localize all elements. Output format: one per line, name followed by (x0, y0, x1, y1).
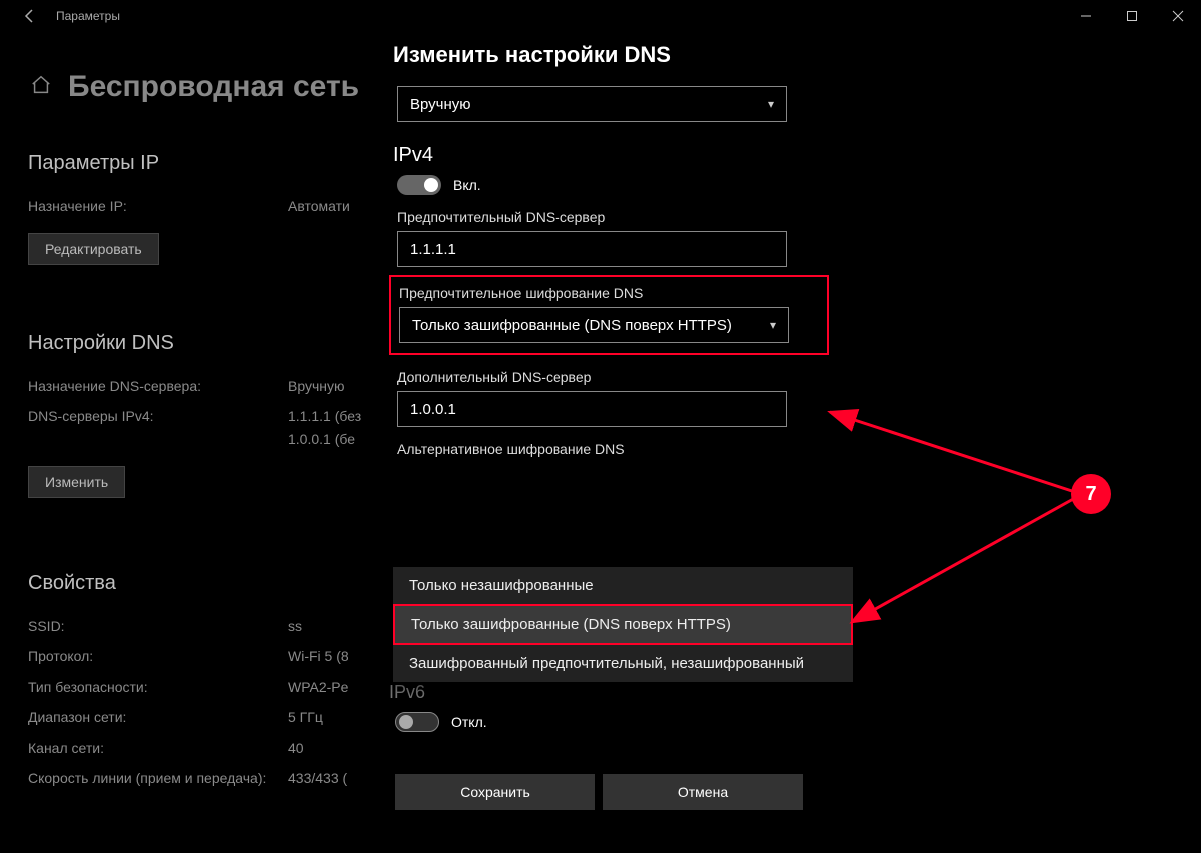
ip-edit-button[interactable]: Редактировать (28, 233, 159, 265)
prop-value: 433/433 ( (288, 767, 347, 789)
chevron-down-icon: ▾ (768, 97, 774, 111)
ipv6-heading: IPv6 (389, 682, 425, 703)
prop-label: Тип безопасности: (28, 676, 288, 698)
alt-dns-label: Дополнительный DNS-сервер (397, 369, 835, 385)
dns-section: Настройки DNS Назначение DNS-сервера: Вр… (28, 332, 361, 498)
minimize-button[interactable] (1063, 0, 1109, 32)
dns-mode-select[interactable]: Вручную ▾ (397, 86, 787, 122)
pref-enc-select[interactable]: Только зашифрованные (DNS поверх HTTPS) … (399, 307, 789, 343)
prop-value: Wi-Fi 5 (8 (288, 645, 349, 667)
dropdown-option-selected[interactable]: Только зашифрованные (DNS поверх HTTPS) (393, 604, 853, 645)
alt-dns-input[interactable]: 1.0.0.1 (397, 391, 787, 427)
annotation-badge: 7 (1071, 474, 1111, 514)
pref-dns-input[interactable]: 1.1.1.1 (397, 231, 787, 267)
dialog-title: Изменить настройки DNS (393, 42, 835, 68)
pref-encryption-highlight: Предпочтительное шифрование DNS Только з… (389, 275, 829, 355)
pref-enc-label: Предпочтительное шифрование DNS (399, 285, 819, 301)
dropdown-option[interactable]: Зашифрованный предпочтительный, незашифр… (393, 645, 853, 682)
chevron-down-icon: ▾ (770, 318, 776, 332)
window-controls (1063, 0, 1201, 32)
ipv6-toggle-label: Откл. (451, 714, 487, 730)
prop-label: Канал сети: (28, 737, 288, 759)
dns-ipv4-value2: 1.0.0.1 (бе (288, 428, 361, 450)
page-title: Беспроводная сеть (68, 70, 359, 104)
prop-label: Протокол: (28, 645, 288, 667)
dns-ipv4-label: DNS-серверы IPv4: (28, 405, 288, 450)
pref-enc-value: Только зашифрованные (DNS поверх HTTPS) (412, 317, 732, 334)
prop-value: WPA2-Pe (288, 676, 348, 698)
maximize-button[interactable] (1109, 0, 1155, 32)
page-header: Беспроводная сеть (30, 70, 359, 104)
prop-label: Скорость линии (прием и передача): (28, 767, 288, 789)
dns-edit-button[interactable]: Изменить (28, 466, 125, 498)
home-icon[interactable] (30, 74, 52, 101)
dns-ipv4-value1: 1.1.1.1 (без (288, 405, 361, 427)
window-title: Параметры (56, 9, 120, 23)
ip-section: Параметры IP Назначение IP: Автомати Ред… (28, 152, 350, 265)
ipv4-toggle-label: Вкл. (453, 177, 481, 193)
alt-dns-value: 1.0.0.1 (410, 401, 456, 418)
prop-value: 5 ГГц (288, 706, 323, 728)
ipv4-heading: IPv4 (393, 144, 835, 167)
pref-dns-value: 1.1.1.1 (410, 241, 456, 258)
alt-enc-dropdown: Только незашифрованные Только зашифрован… (393, 567, 853, 682)
cancel-button[interactable]: Отмена (603, 774, 803, 810)
dns-mode-value: Вручную (410, 96, 471, 113)
dns-heading: Настройки DNS (28, 332, 361, 355)
ip-heading: Параметры IP (28, 152, 350, 175)
ipv4-toggle[interactable] (397, 175, 441, 195)
dns-assign-value: Вручную (288, 375, 345, 397)
properties-section: Свойства SSID:ss Протокол:Wi-Fi 5 (8 Тип… (28, 572, 349, 797)
props-heading: Свойства (28, 572, 349, 595)
dropdown-option[interactable]: Только незашифрованные (393, 567, 853, 604)
prop-label: Диапазон сети: (28, 706, 288, 728)
dns-assign-label: Назначение DNS-сервера: (28, 375, 288, 397)
ip-assign-label: Назначение IP: (28, 195, 288, 217)
alt-enc-label: Альтернативное шифрование DNS (397, 441, 835, 457)
titlebar: Параметры (0, 0, 1201, 32)
close-button[interactable] (1155, 0, 1201, 32)
prop-label: SSID: (28, 615, 288, 637)
ipv6-toggle[interactable] (395, 712, 439, 732)
prop-value: ss (288, 615, 302, 637)
back-button[interactable] (12, 0, 48, 32)
save-button[interactable]: Сохранить (395, 774, 595, 810)
ip-assign-value: Автомати (288, 195, 350, 217)
pref-dns-label: Предпочтительный DNS-сервер (397, 209, 835, 225)
prop-value: 40 (288, 737, 304, 759)
